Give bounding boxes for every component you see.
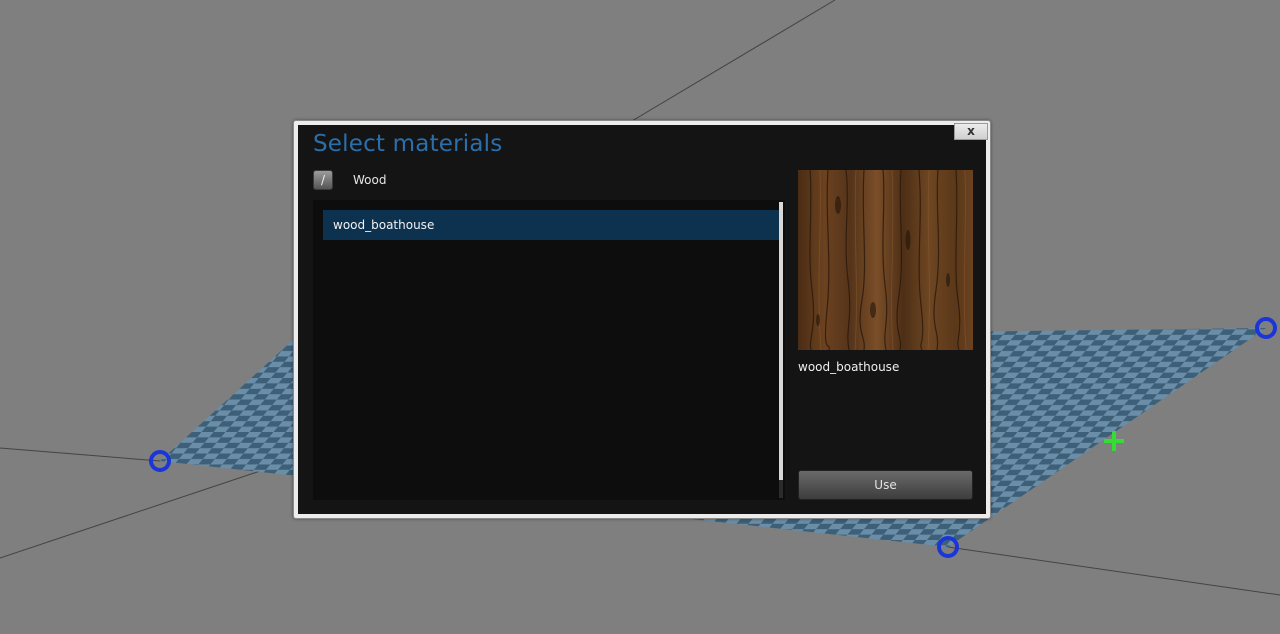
- wood-texture-icon: [798, 170, 973, 350]
- close-button[interactable]: x: [954, 123, 988, 140]
- preview-material-name: wood_boathouse: [798, 360, 900, 374]
- material-list[interactable]: wood_boathouse: [313, 200, 785, 500]
- grid-axis-line: [0, 447, 161, 462]
- grid-axis-line: [0, 459, 294, 559]
- material-list-item[interactable]: wood_boathouse: [323, 210, 779, 240]
- current-folder-label: Wood: [353, 173, 387, 187]
- grid-axis-line: [599, 0, 836, 141]
- dialog-title: Select materials: [313, 131, 503, 157]
- grid-axis-line: [947, 546, 1280, 596]
- list-scrollbar[interactable]: [779, 202, 783, 498]
- select-materials-dialog: Select materials / Wood wood_boathouse w…: [293, 120, 991, 519]
- root-folder-button[interactable]: /: [313, 170, 333, 190]
- use-button[interactable]: Use: [798, 470, 973, 500]
- scrollbar-thumb[interactable]: [779, 202, 783, 480]
- dialog-body: Select materials / Wood wood_boathouse w…: [298, 125, 986, 514]
- material-preview-image: [798, 170, 973, 350]
